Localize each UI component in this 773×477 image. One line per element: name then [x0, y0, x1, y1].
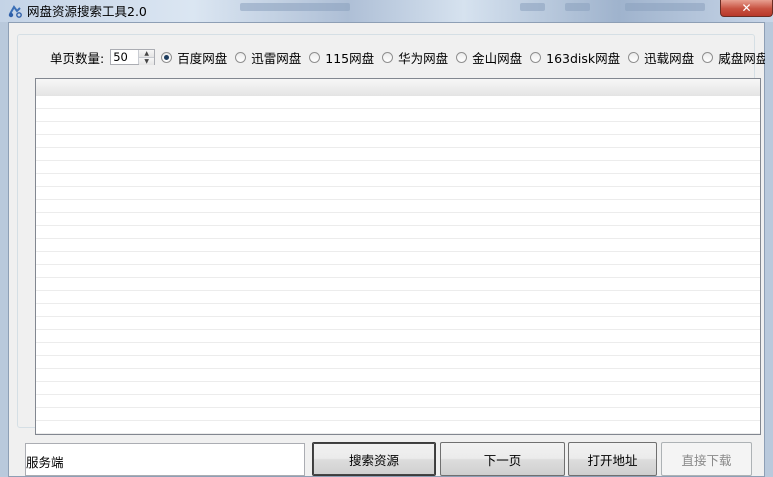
- spin-down-icon[interactable]: ▼: [139, 58, 155, 65]
- provider-radio-3[interactable]: 华为网盘: [382, 48, 448, 67]
- close-icon: ✕: [741, 1, 752, 15]
- next-page-button-label: 下一页: [483, 452, 522, 468]
- search-button-label: 搜索资源: [348, 452, 399, 468]
- provider-radio-1[interactable]: 迅雷网盘: [235, 48, 301, 67]
- spin-up-icon[interactable]: ▲: [139, 50, 155, 58]
- options-row: 单页数量: 50 ▲ ▼ 百度网盘 迅雷网盘 115网盘 华为网盘 金山网盘 163dis…: [32, 47, 772, 67]
- provider-label: 威盘网盘: [718, 50, 769, 66]
- radio-circle-icon[interactable]: [161, 51, 173, 63]
- provider-radio-2[interactable]: 115网盘: [309, 48, 374, 67]
- provider-radio-5[interactable]: 163disk网盘: [530, 48, 620, 67]
- provider-label: 迅载网盘: [644, 50, 695, 66]
- radio-circle-icon[interactable]: [309, 51, 321, 63]
- provider-radio-6[interactable]: 迅载网盘: [628, 48, 694, 67]
- server-field[interactable]: 服务端: [25, 443, 305, 476]
- page-count-spinner[interactable]: 50 ▲ ▼: [110, 49, 156, 65]
- radio-circle-icon[interactable]: [235, 51, 247, 63]
- server-field-value: 服务端: [26, 455, 64, 470]
- radio-circle-icon[interactable]: [530, 51, 542, 63]
- provider-label: 163disk网盘: [546, 50, 621, 66]
- options-group: 单页数量: 50 ▲ ▼ 百度网盘 迅雷网盘 115网盘 华为网盘 金山网盘 163dis…: [17, 34, 768, 435]
- provider-label: 金山网盘: [472, 50, 523, 66]
- radio-circle-icon[interactable]: [702, 51, 714, 63]
- results-list-rows[interactable]: [36, 96, 760, 434]
- results-list[interactable]: [35, 78, 761, 435]
- provider-radio-4[interactable]: 金山网盘: [456, 48, 522, 67]
- results-list-header: [36, 79, 760, 97]
- radio-circle-icon[interactable]: [628, 51, 640, 63]
- main-window: 单页数量: 50 ▲ ▼ 百度网盘 迅雷网盘 115网盘 华为网盘 金山网盘 163dis…: [8, 22, 768, 477]
- search-button[interactable]: 搜索资源: [312, 442, 436, 476]
- page-count-value[interactable]: 50: [111, 50, 138, 64]
- provider-radio-0[interactable]: 百度网盘: [161, 48, 227, 67]
- radio-circle-icon[interactable]: [456, 51, 468, 63]
- provider-radio-7[interactable]: 威盘网盘: [702, 48, 768, 67]
- title-bar: 网盘资源搜索工具2.0 ✕: [0, 0, 773, 22]
- direct-download-button-label: 直接下载: [681, 452, 732, 468]
- open-address-button-label: 打开地址: [587, 452, 638, 468]
- radio-circle-icon[interactable]: [382, 51, 394, 63]
- window-right-edge: [765, 22, 773, 477]
- page-count-label: 单页数量:: [50, 50, 105, 66]
- window-title: 网盘资源搜索工具2.0: [27, 4, 147, 19]
- provider-label: 迅雷网盘: [251, 50, 302, 66]
- close-button[interactable]: ✕: [720, 0, 773, 17]
- direct-download-button[interactable]: 直接下载: [661, 442, 752, 476]
- provider-label: 百度网盘: [177, 50, 228, 66]
- open-address-button[interactable]: 打开地址: [568, 442, 657, 476]
- app-icon: [8, 5, 22, 18]
- provider-label: 115网盘: [325, 50, 375, 66]
- next-page-button[interactable]: 下一页: [440, 442, 565, 476]
- provider-label: 华为网盘: [398, 50, 449, 66]
